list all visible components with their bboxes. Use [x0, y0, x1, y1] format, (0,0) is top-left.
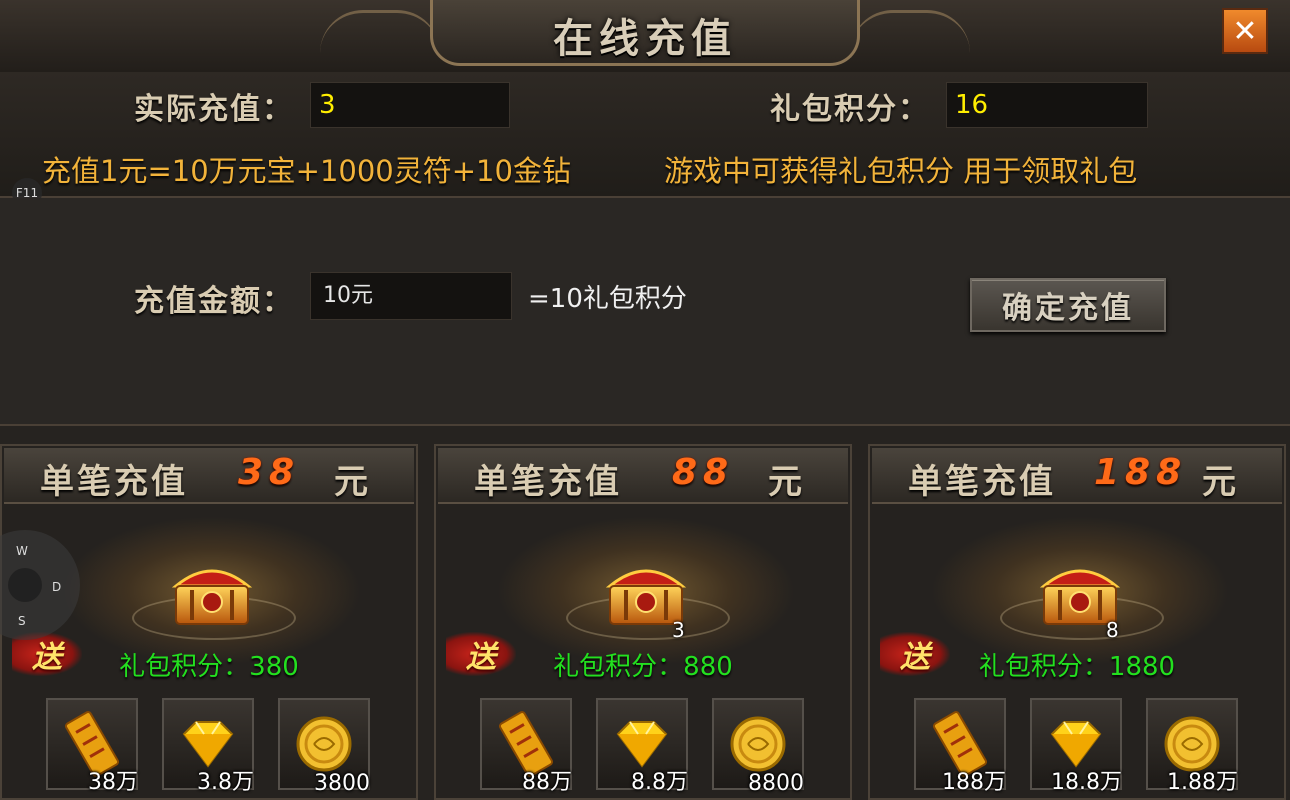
package-header: 单笔充值 188 元 [872, 448, 1282, 504]
gift-points-value: 16 [946, 82, 1148, 128]
left-ornament [320, 10, 440, 53]
reward-slot[interactable]: 88万 [480, 698, 572, 795]
reward-count: 1.88万 [1167, 770, 1238, 795]
reward-slot[interactable]: 3800 [278, 698, 370, 796]
chest-count: 8 [1106, 618, 1119, 642]
equals-points-text: =10礼包积分 [528, 284, 687, 314]
joystick-key-w: W [16, 544, 28, 558]
reward-count: 8800 [748, 771, 804, 796]
joystick-key-s: S [18, 614, 26, 628]
title-plate: 在线充值 [430, 0, 860, 66]
reward-slot[interactable]: 18.8万 [1030, 698, 1122, 795]
amount-label: 充值金额： [134, 284, 294, 319]
joystick-key-d: D [52, 580, 62, 594]
close-button[interactable]: ✕ [1222, 8, 1268, 54]
package-title: 单笔充值 [40, 462, 188, 502]
reward-count: 3800 [314, 771, 370, 796]
actual-recharge-value: 3 [310, 82, 510, 128]
gift-points-label: 礼包积分： [770, 92, 930, 127]
package-card[interactable]: 单笔充值 88 元 3 送 礼包积分：880 88万 8.8万 8800 [434, 444, 852, 800]
package-title: 单笔充值 [908, 462, 1056, 502]
reward-count: 38万 [88, 770, 138, 795]
reward-slot[interactable]: 188万 [914, 698, 1006, 795]
package-header: 单笔充值 38 元 [4, 448, 414, 504]
info-panel: 实际充值： 3 礼包积分： 16 充值1元=10万元宝+1000灵符+10金钻 … [0, 72, 1290, 198]
package-unit: 元 [768, 462, 802, 502]
package-header: 单笔充值 88 元 [438, 448, 848, 504]
package-unit: 元 [1202, 462, 1236, 502]
reward-count: 88万 [522, 770, 572, 795]
reward-count: 18.8万 [1051, 770, 1122, 795]
title-bar: 在线充值 ✕ [0, 0, 1290, 74]
package-points: 礼包积分：1880 [978, 652, 1176, 682]
package-unit: 元 [334, 462, 368, 502]
close-icon: ✕ [1232, 13, 1258, 49]
treasure-chest-icon [171, 569, 253, 625]
reward-count: 3.8万 [197, 770, 254, 795]
reward-slot[interactable]: 3.8万 [162, 698, 254, 795]
chest-count: 3 [672, 618, 685, 642]
package-title: 单笔充值 [474, 462, 622, 502]
package-points: 礼包积分：880 [553, 652, 733, 682]
reward-slot[interactable]: 38万 [46, 698, 138, 795]
reward-slot[interactable]: 8.8万 [596, 698, 688, 795]
reward-count: 188万 [942, 770, 1006, 795]
confirm-recharge-button[interactable]: 确定充值 [970, 278, 1166, 332]
package-amount: 188 [1094, 452, 1188, 493]
reward-slot[interactable]: 1.88万 [1146, 698, 1238, 795]
reward-slot[interactable]: 8800 [712, 698, 804, 796]
joystick-knob[interactable] [8, 568, 42, 602]
package-points: 礼包积分：380 [119, 652, 299, 682]
window-title: 在线充值 [553, 15, 737, 62]
package-card[interactable]: 单笔充值 188 元 8 送 礼包积分：1880 188万 18.8万 1.88… [868, 444, 1286, 800]
rate-note: 充值1元=10万元宝+1000灵符+10金钻 [42, 154, 571, 188]
package-amount: 88 [672, 452, 735, 493]
points-note: 游戏中可获得礼包积分 用于领取礼包 [664, 154, 1138, 188]
reward-count: 8.8万 [631, 770, 688, 795]
package-amount: 38 [238, 452, 301, 493]
amount-input[interactable]: 10元 [310, 272, 512, 320]
actual-recharge-label: 实际充值： [134, 92, 294, 127]
right-ornament [850, 10, 970, 53]
